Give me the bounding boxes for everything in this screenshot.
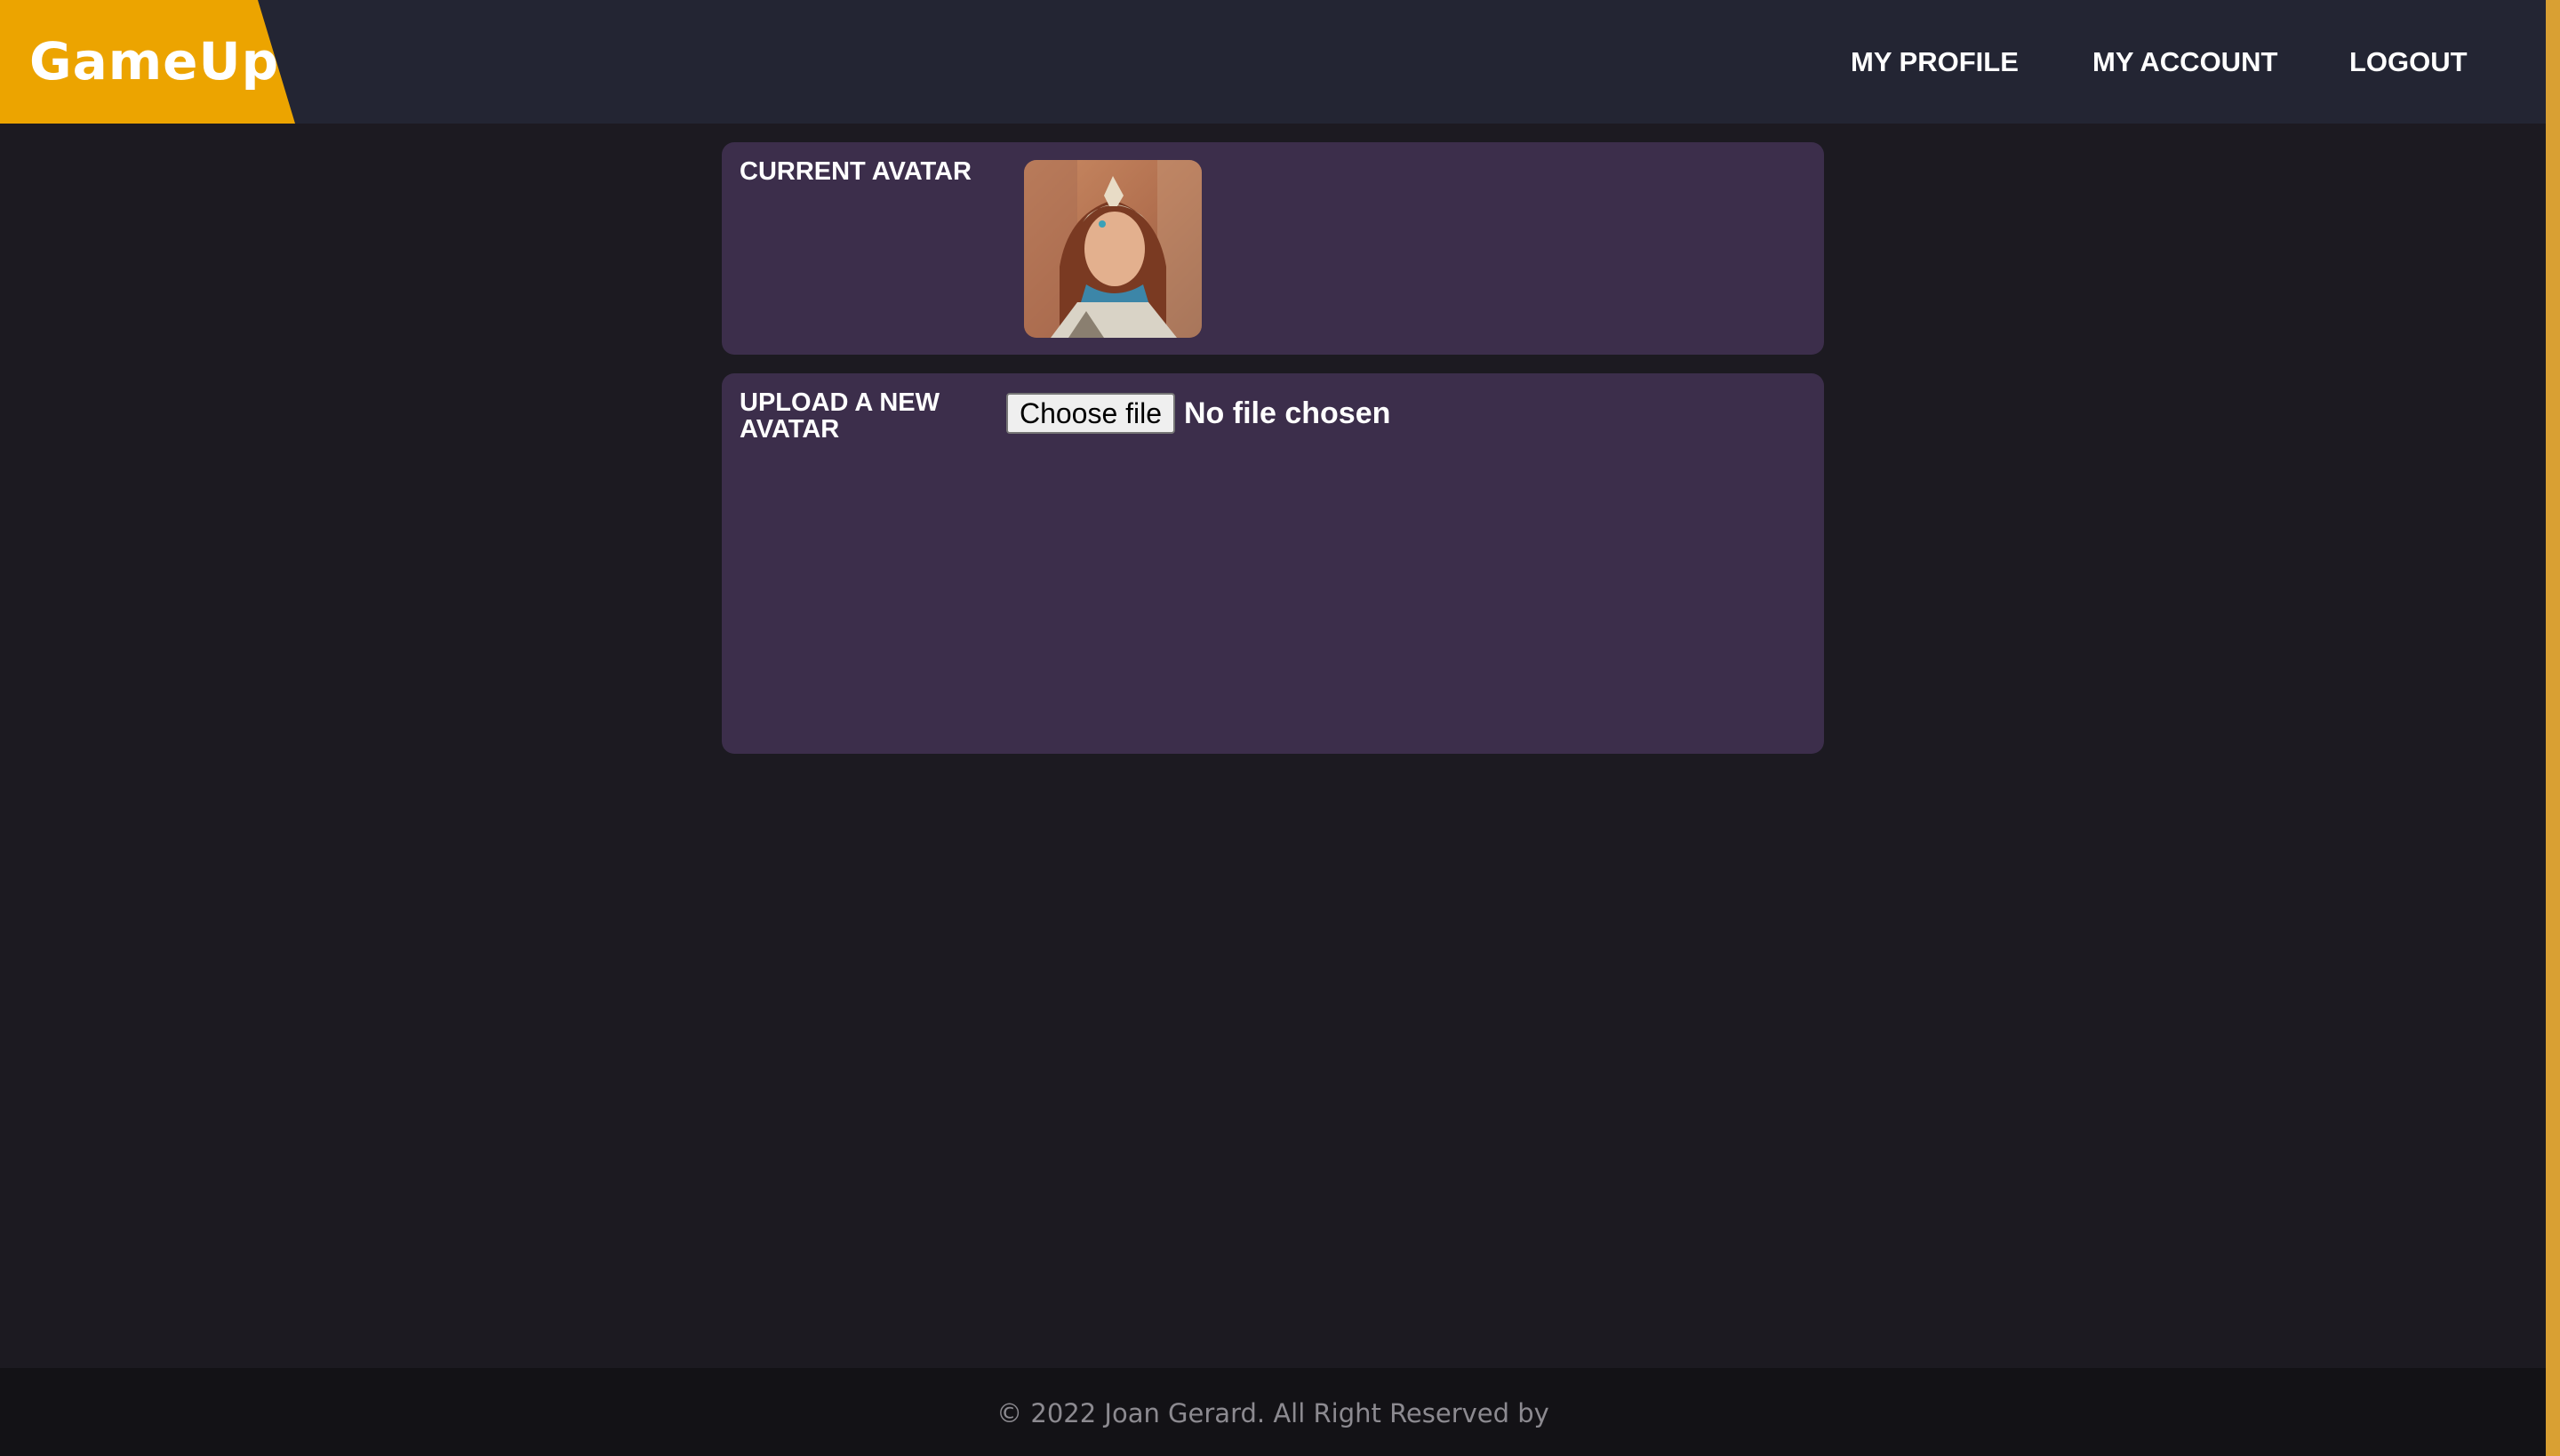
nav-my-profile[interactable]: MY PROFILE [1851,44,2019,80]
upload-avatar-label: UPLOAD A NEW AVATAR [740,388,940,444]
current-avatar-label: CURRENT AVATAR [740,157,972,186]
top-navbar: GameUp MY PROFILE MY ACCOUNT LOGOUT [0,0,2546,124]
choose-file-button[interactable]: Choose file [1006,393,1175,434]
logo[interactable]: GameUp [0,0,295,124]
nav-my-account[interactable]: MY ACCOUNT [2092,44,2277,80]
page: GameUp MY PROFILE MY ACCOUNT LOGOUT CURR… [0,0,2560,1456]
current-avatar-card: CURRENT AVATAR [722,142,1824,355]
scrollbar[interactable] [2546,0,2560,1456]
footer: © 2022 Joan Gerard. All Right Reserved b… [0,1368,2546,1456]
avatar-portrait-icon [1024,160,1202,338]
upload-avatar-card: UPLOAD A NEW AVATAR Choose file No file … [722,373,1824,754]
nav-logout[interactable]: LOGOUT [2349,44,2468,80]
footer-copyright: © 2022 Joan Gerard. All Right Reserved b… [996,1398,1549,1428]
logo-text[interactable]: GameUp [29,30,279,92]
file-status-text: No file chosen [1184,396,1391,430]
